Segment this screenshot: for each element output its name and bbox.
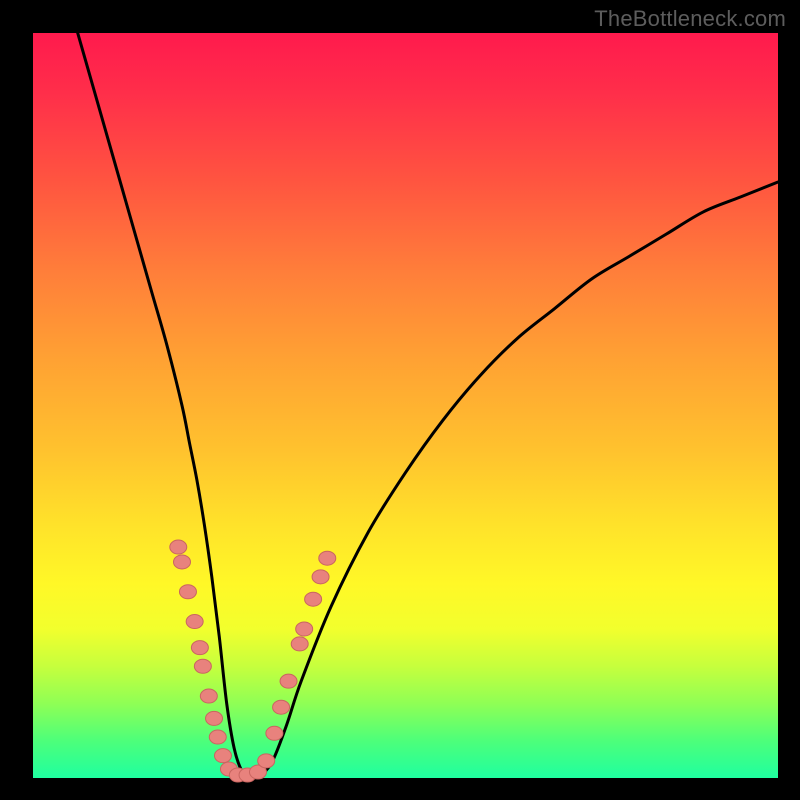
- marker-point: [305, 592, 322, 606]
- marker-point: [206, 711, 223, 725]
- marker-point: [319, 551, 336, 565]
- marker-point: [194, 659, 211, 673]
- marker-point: [170, 540, 187, 554]
- marker-point: [179, 585, 196, 599]
- marker-point: [280, 674, 297, 688]
- marker-point: [296, 622, 313, 636]
- chart-frame: TheBottleneck.com: [0, 0, 800, 800]
- watermark-text: TheBottleneck.com: [594, 6, 786, 32]
- marker-point: [312, 570, 329, 584]
- marker-point: [214, 749, 231, 763]
- marker-point: [291, 637, 308, 651]
- marker-point: [186, 615, 203, 629]
- marker-point: [209, 730, 226, 744]
- marker-point: [200, 689, 217, 703]
- marker-point: [266, 726, 283, 740]
- marker-point: [258, 754, 275, 768]
- bottleneck-curve: [78, 33, 778, 779]
- marker-point: [191, 641, 208, 655]
- marker-point: [174, 555, 191, 569]
- chart-overlay: [33, 33, 778, 778]
- marker-point: [273, 700, 290, 714]
- highlight-markers: [170, 540, 336, 782]
